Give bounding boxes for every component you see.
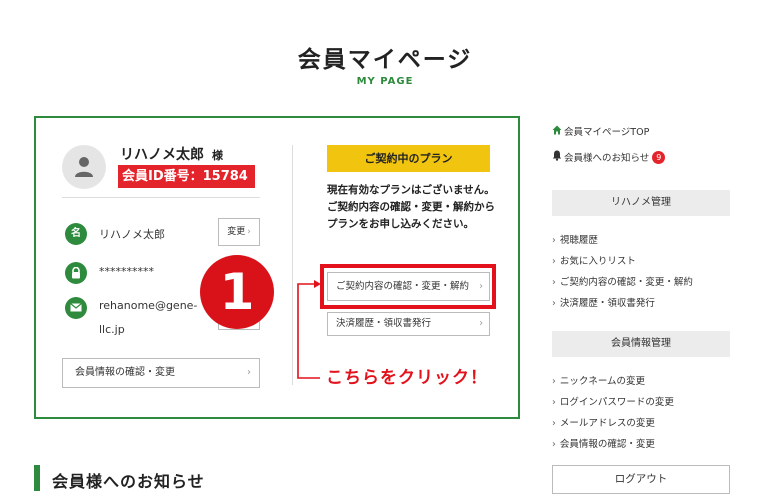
chevron-right-icon: ›: [552, 376, 556, 387]
notice-count-badge: 9: [652, 151, 666, 164]
highlight-box: [320, 264, 496, 309]
page-title: 会員マイページ: [297, 47, 473, 73]
sidebar-section-member-info: 会員情報管理: [552, 331, 730, 357]
chevron-right-icon: ›: [479, 318, 483, 329]
sidebar-item-label: お気に入りリスト: [559, 256, 636, 267]
sidebar-section-rehanome: リハノメ管理: [552, 190, 730, 216]
sidebar-item-label: メールアドレスの変更: [559, 418, 655, 429]
user-name: リハノメ太郎: [120, 147, 204, 163]
step-number-badge: 1: [200, 255, 274, 329]
sidebar-item-nickname[interactable]: › ニックネームの変更: [552, 373, 645, 387]
divider: [62, 197, 260, 198]
email-line1: rehanome@gene-: [99, 299, 198, 312]
member-info-confirm-button[interactable]: 会員情報の確認・変更 ›: [62, 358, 260, 388]
chevron-right-icon: ›: [552, 277, 556, 288]
news-section-title: 会員様へのお知らせ: [52, 472, 205, 491]
chevron-right-icon: ›: [552, 439, 556, 450]
confirm-label: 会員情報の確認・変更: [75, 367, 175, 378]
click-here-note: こちらをクリック！: [326, 368, 488, 388]
sidebar-mypage-top-link[interactable]: 会員マイページTOP: [552, 124, 649, 138]
sidebar-item-password[interactable]: › ログインパスワードの変更: [552, 394, 674, 408]
sidebar-item-label: ご契約内容の確認・変更・解約: [559, 277, 693, 288]
chevron-right-icon: ›: [552, 397, 556, 408]
chevron-right-icon: ›: [247, 227, 251, 237]
sidebar-item-label: 視聴履歴: [559, 235, 598, 246]
user-honorific: 様: [212, 149, 223, 162]
billing-label: 決済履歴・領収書発行: [336, 318, 432, 329]
sidebar-item-favorites[interactable]: › お気に入りリスト: [552, 253, 636, 267]
chevron-right-icon: ›: [552, 298, 556, 309]
lock-icon: [65, 262, 87, 284]
sidebar-item-email[interactable]: › メールアドレスの変更: [552, 415, 655, 429]
plan-header: ご契約中のプラン: [327, 145, 490, 172]
user-icon: [75, 157, 93, 177]
chevron-right-icon: ›: [247, 367, 251, 378]
password-value: **********: [99, 265, 154, 278]
sidebar-item-label: 決済履歴・領収書発行: [559, 298, 655, 309]
sidebar-top-label: 会員マイページTOP: [564, 127, 650, 138]
sidebar-item-member-info[interactable]: › 会員情報の確認・変更: [552, 436, 655, 450]
sidebar-item-history[interactable]: › 視聴履歴: [552, 232, 598, 246]
sidebar-item-label: ログインパスワードの変更: [559, 397, 674, 408]
section-accent-bar: [34, 465, 40, 491]
change-nickname-button[interactable]: 変更 ›: [218, 218, 260, 246]
sidebar-notice-link[interactable]: 会員様へのお知らせ 9: [552, 150, 666, 164]
sidebar-notice-label: 会員様へのお知らせ: [564, 153, 650, 164]
mail-icon: [65, 297, 87, 319]
email-line2: llc.jp: [99, 323, 125, 336]
nickname-value: リハノメ太郎: [99, 228, 165, 241]
annotation-arrow: [297, 280, 321, 379]
bell-icon: [552, 150, 564, 164]
member-id-badge: 会員ID番号：15784: [118, 165, 255, 188]
chevron-right-icon: ›: [552, 235, 556, 246]
avatar: [62, 145, 106, 189]
logout-button[interactable]: ログアウト: [552, 465, 730, 494]
chevron-right-icon: ›: [552, 418, 556, 429]
chevron-right-icon: ›: [552, 256, 556, 267]
home-icon: [552, 125, 564, 138]
billing-history-button[interactable]: 決済履歴・領収書発行 ›: [327, 312, 490, 336]
page-subtitle: MY PAGE: [356, 76, 414, 87]
sidebar-item-contract[interactable]: › ご契約内容の確認・変更・解約: [552, 274, 693, 288]
change-label: 変更: [227, 227, 246, 237]
sidebar-item-label: ニックネームの変更: [559, 376, 646, 387]
sidebar-item-billing[interactable]: › 決済履歴・領収書発行: [552, 295, 655, 309]
name-icon: 名: [65, 223, 87, 245]
plan-message: 現在有効なプランはございません。ご契約内容の確認・変更・解約からプランをお申し込…: [327, 184, 495, 230]
sidebar-item-label: 会員情報の確認・変更: [559, 439, 655, 450]
